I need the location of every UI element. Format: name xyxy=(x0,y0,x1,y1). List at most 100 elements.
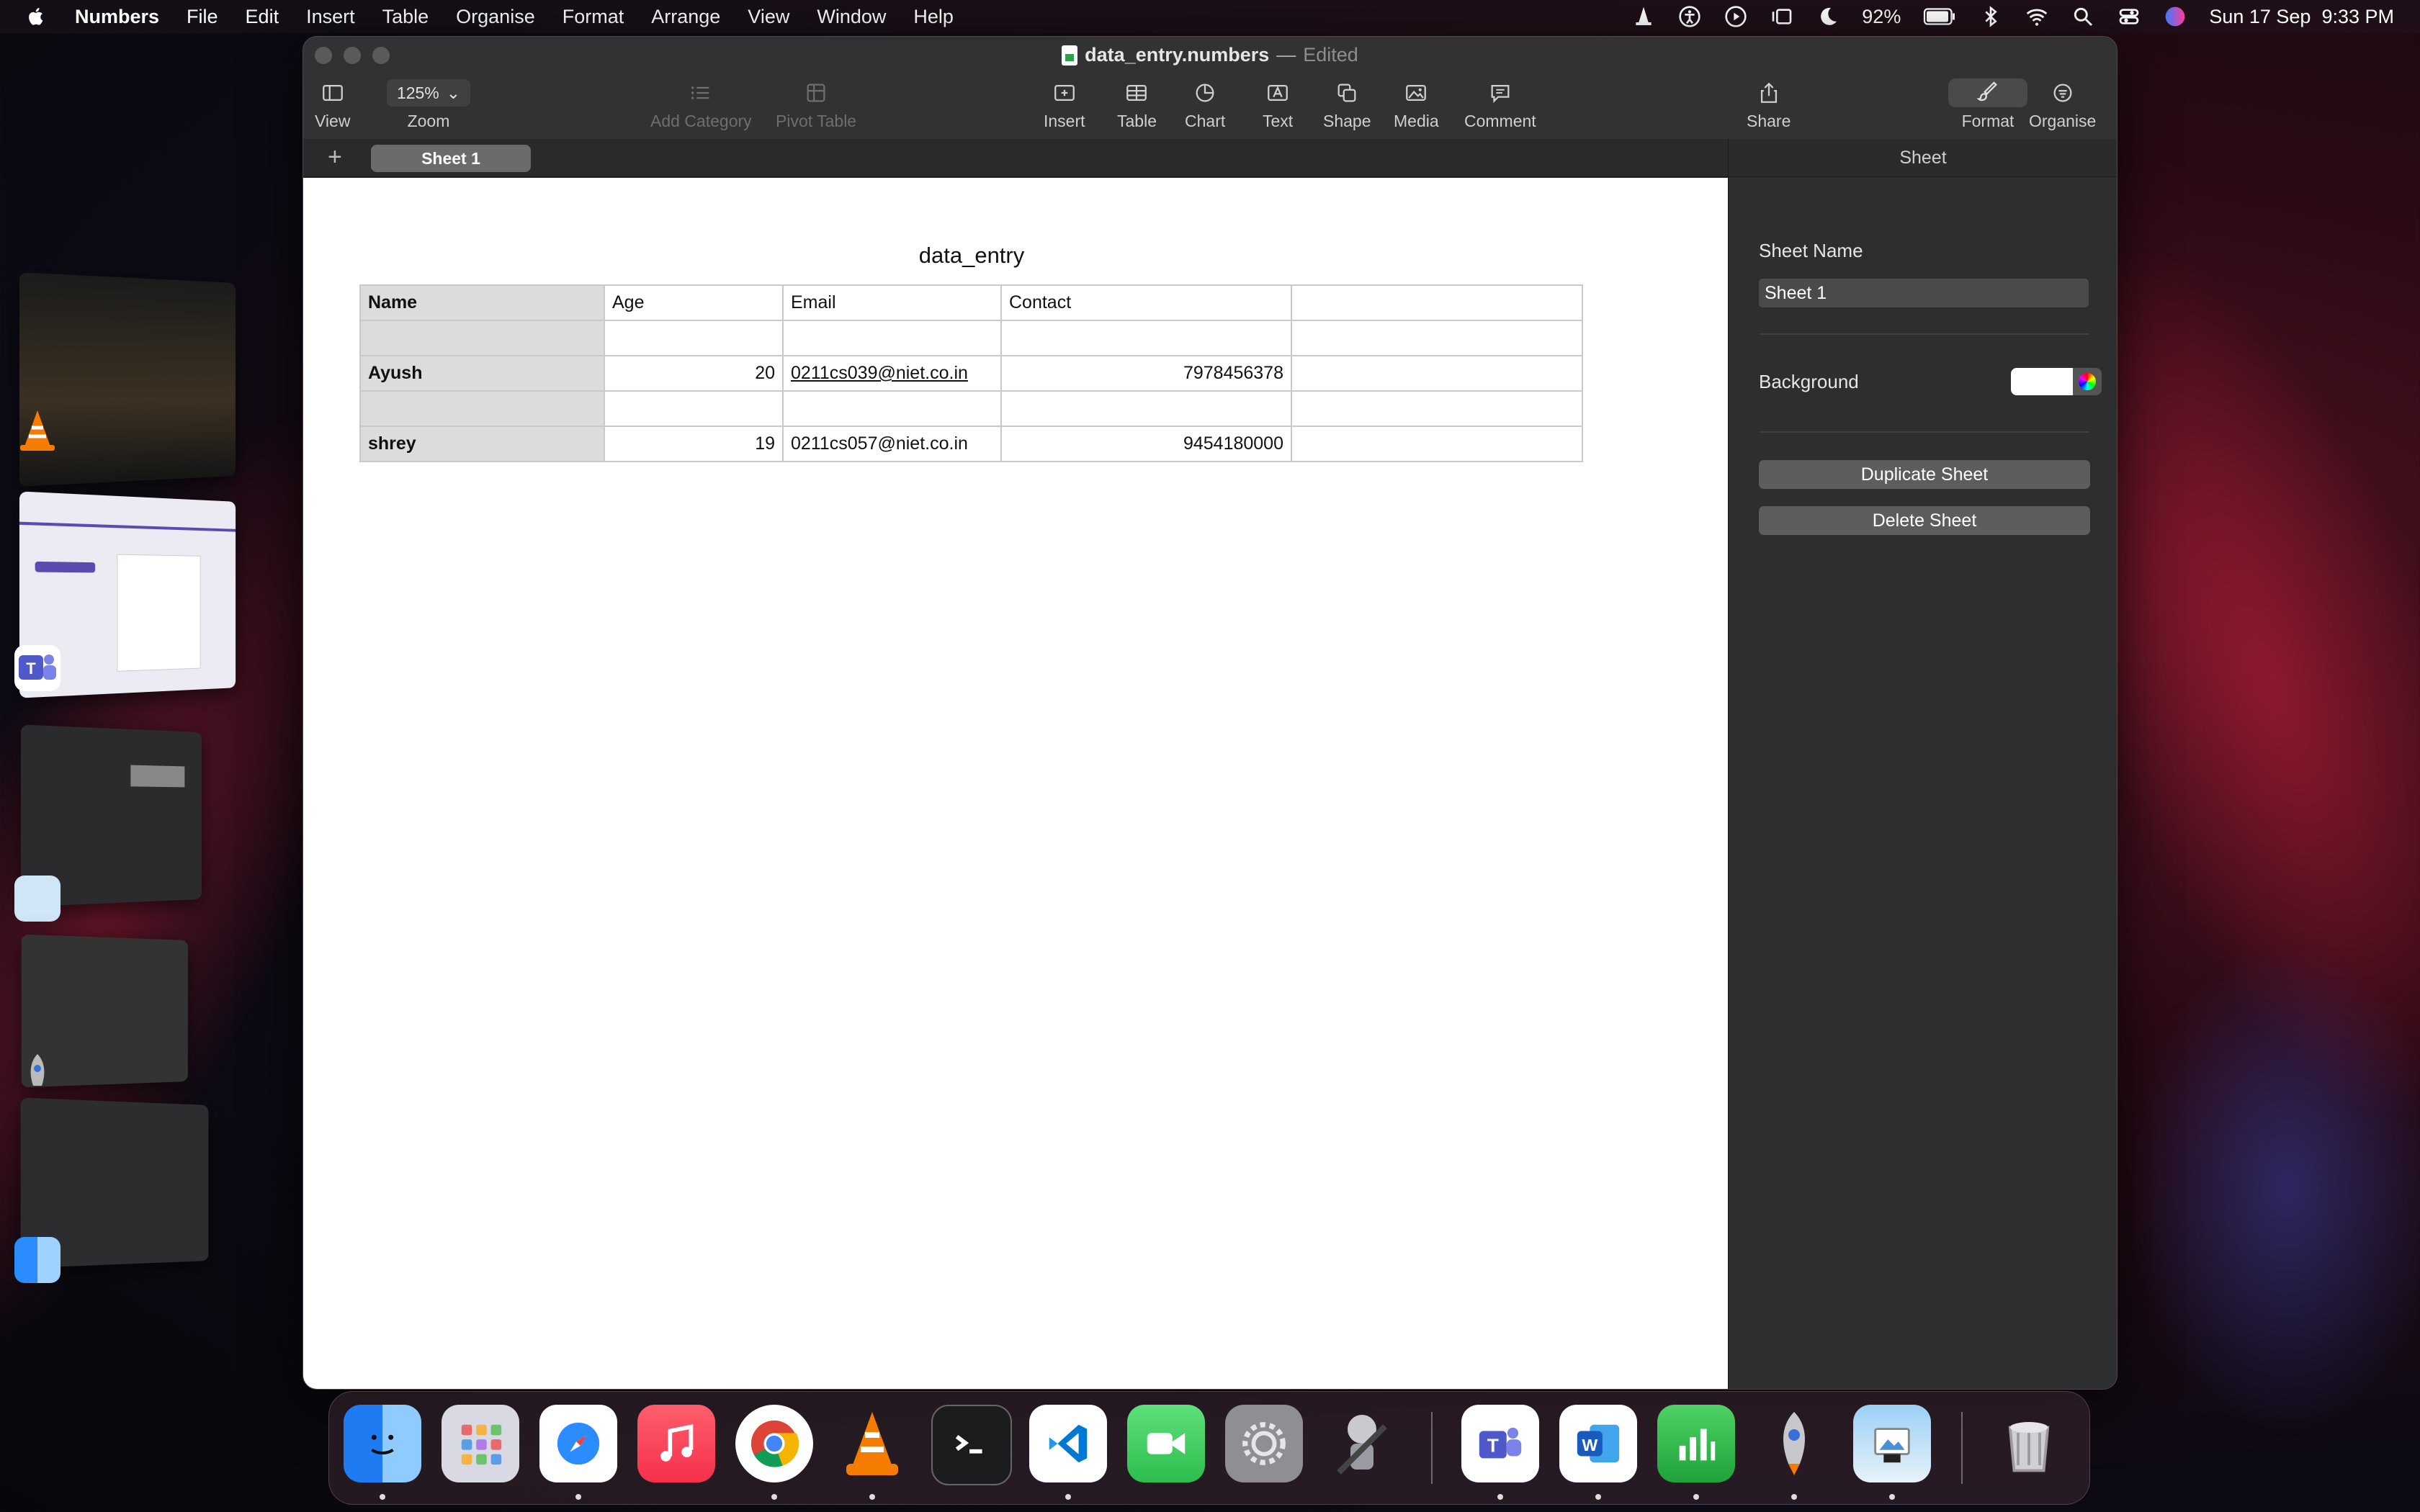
add-category-button[interactable]: Add Category xyxy=(650,78,752,131)
dock-numbers[interactable] xyxy=(1657,1405,1735,1482)
dock-vscode[interactable] xyxy=(1029,1405,1107,1482)
dock-chrome[interactable] xyxy=(735,1405,813,1482)
table-cell[interactable]: 9454180000 xyxy=(1000,426,1292,462)
insert-button[interactable]: Insert xyxy=(1044,78,1085,131)
dock-system-settings[interactable] xyxy=(1225,1405,1303,1482)
menu-app-numbers[interactable]: Numbers xyxy=(75,6,159,28)
document-filename[interactable]: data_entry.numbers xyxy=(1085,44,1269,66)
text-button[interactable]: Text xyxy=(1263,78,1293,131)
shape-button[interactable]: Shape xyxy=(1323,78,1371,131)
format-button[interactable]: Format xyxy=(1948,78,2027,131)
table-cell[interactable]: 19 xyxy=(604,426,784,462)
zoom-control[interactable]: 125% ⌄ Zoom xyxy=(387,78,470,131)
dock-safari[interactable] xyxy=(539,1405,617,1482)
color-wheel-icon[interactable] xyxy=(2073,368,2102,395)
table-cell[interactable]: Contact xyxy=(1000,284,1292,321)
menu-window[interactable]: Window xyxy=(817,6,886,28)
table-cell[interactable]: 20 xyxy=(604,355,784,392)
pivot-table-button[interactable]: Pivot Table xyxy=(776,78,856,131)
menu-organise[interactable]: Organise xyxy=(456,6,535,28)
table-cell[interactable]: shrey xyxy=(359,426,605,462)
background-swatch[interactable] xyxy=(2011,368,2073,395)
tab-sheet-1[interactable]: Sheet 1 xyxy=(371,145,531,172)
table-cell[interactable] xyxy=(604,390,784,427)
menu-table[interactable]: Table xyxy=(382,6,429,28)
comment-button[interactable]: Comment xyxy=(1464,78,1536,131)
dock-facetime[interactable] xyxy=(1127,1405,1205,1482)
table-cell[interactable] xyxy=(1291,320,1583,356)
email-link-cell[interactable]: 0211cs039@niet.co.in xyxy=(782,355,1002,392)
play-status-icon[interactable] xyxy=(1724,4,1748,29)
table-cell[interactable] xyxy=(1291,284,1583,321)
table-row: Ayush 20 0211cs039@niet.co.in 7978456378 xyxy=(359,355,1583,392)
menu-arrange[interactable]: Arrange xyxy=(651,6,720,28)
duplicate-sheet-button[interactable]: Duplicate Sheet xyxy=(1759,460,2090,489)
dock-music[interactable] xyxy=(637,1405,715,1482)
view-button[interactable]: View xyxy=(315,78,350,131)
table-cell[interactable] xyxy=(604,320,784,356)
table-cell[interactable] xyxy=(359,390,605,427)
table-cell[interactable] xyxy=(782,320,1002,356)
dock-rocket[interactable] xyxy=(1755,1405,1833,1482)
table-cell[interactable]: 0211cs057@niet.co.in xyxy=(782,426,1002,462)
menu-insert[interactable]: Insert xyxy=(306,6,355,28)
menu-edit[interactable]: Edit xyxy=(246,6,279,28)
dock-finder[interactable] xyxy=(344,1405,421,1482)
background-color-well[interactable] xyxy=(2011,368,2102,395)
robot-icon xyxy=(1337,1415,1387,1475)
accessibility-icon[interactable] xyxy=(1677,4,1702,29)
table-cell[interactable] xyxy=(1291,355,1583,392)
control-center-icon[interactable] xyxy=(2117,4,2141,29)
sheet-canvas[interactable]: data_entry Name Age Email Contact Ayush … xyxy=(303,178,1728,1389)
apple-menu-icon[interactable] xyxy=(26,5,48,28)
zoom-select[interactable]: 125% ⌄ xyxy=(387,79,470,107)
dock-trash[interactable] xyxy=(1990,1405,2068,1482)
siri-icon[interactable] xyxy=(2163,4,2187,29)
battery-icon[interactable] xyxy=(1922,4,1957,29)
stage-manager-icon[interactable] xyxy=(1770,4,1794,29)
trash-icon xyxy=(2008,1422,2050,1472)
chart-button[interactable]: Chart xyxy=(1185,78,1225,131)
organise-button[interactable]: Organise xyxy=(2029,78,2096,131)
table-title[interactable]: data_entry xyxy=(303,243,1640,269)
menu-view[interactable]: View xyxy=(748,6,789,28)
media-button[interactable]: Media xyxy=(1394,78,1439,131)
focus-moon-icon[interactable] xyxy=(1816,4,1840,29)
table-cell[interactable] xyxy=(1000,320,1292,356)
stage-thumbnail-video[interactable] xyxy=(19,272,236,487)
delete-sheet-button[interactable]: Delete Sheet xyxy=(1759,506,2090,535)
menu-help[interactable]: Help xyxy=(913,6,954,28)
table-cell[interactable] xyxy=(1000,390,1292,427)
media-label: Media xyxy=(1394,112,1439,130)
share-button[interactable]: Share xyxy=(1747,78,1791,131)
table-cell[interactable]: Name xyxy=(359,284,605,321)
table-cell[interactable]: Email xyxy=(782,284,1002,321)
data-table[interactable]: Name Age Email Contact Ayush 20 0211cs03… xyxy=(359,284,1583,462)
spotlight-search-icon[interactable] xyxy=(2071,4,2095,29)
dock-launchpad[interactable] xyxy=(442,1405,519,1482)
dock-terminal[interactable] xyxy=(931,1405,1012,1485)
menu-file[interactable]: File xyxy=(187,6,218,28)
table-cell[interactable] xyxy=(359,320,605,356)
vlc-status-icon[interactable] xyxy=(1631,4,1656,29)
dock-teams[interactable]: T xyxy=(1461,1405,1539,1482)
dock-vlc[interactable] xyxy=(833,1405,911,1482)
table-cell[interactable]: 7978456378 xyxy=(1000,355,1292,392)
shape-icon xyxy=(1337,84,1356,102)
table-cell[interactable] xyxy=(1291,390,1583,427)
table-cell[interactable] xyxy=(782,390,1002,427)
bluetooth-icon[interactable] xyxy=(1978,4,2003,29)
dock-word[interactable]: W xyxy=(1559,1405,1637,1482)
table-cell[interactable] xyxy=(1291,426,1583,462)
dock-automator[interactable] xyxy=(1323,1405,1401,1482)
table-cell[interactable]: Ayush xyxy=(359,355,605,392)
menubar-clock[interactable]: Sun 17 Sep 9:33 PM xyxy=(2209,6,2394,28)
wifi-icon[interactable] xyxy=(2025,4,2049,29)
add-sheet-button[interactable]: + xyxy=(328,143,342,171)
menu-format[interactable]: Format xyxy=(563,6,624,28)
table-button[interactable]: Table xyxy=(1117,78,1157,131)
sheet-name-input[interactable] xyxy=(1759,279,2089,307)
inspector-tab-sheet[interactable]: Sheet xyxy=(1729,139,2117,177)
table-cell[interactable]: Age xyxy=(604,284,784,321)
dock-preview[interactable] xyxy=(1853,1405,1931,1482)
